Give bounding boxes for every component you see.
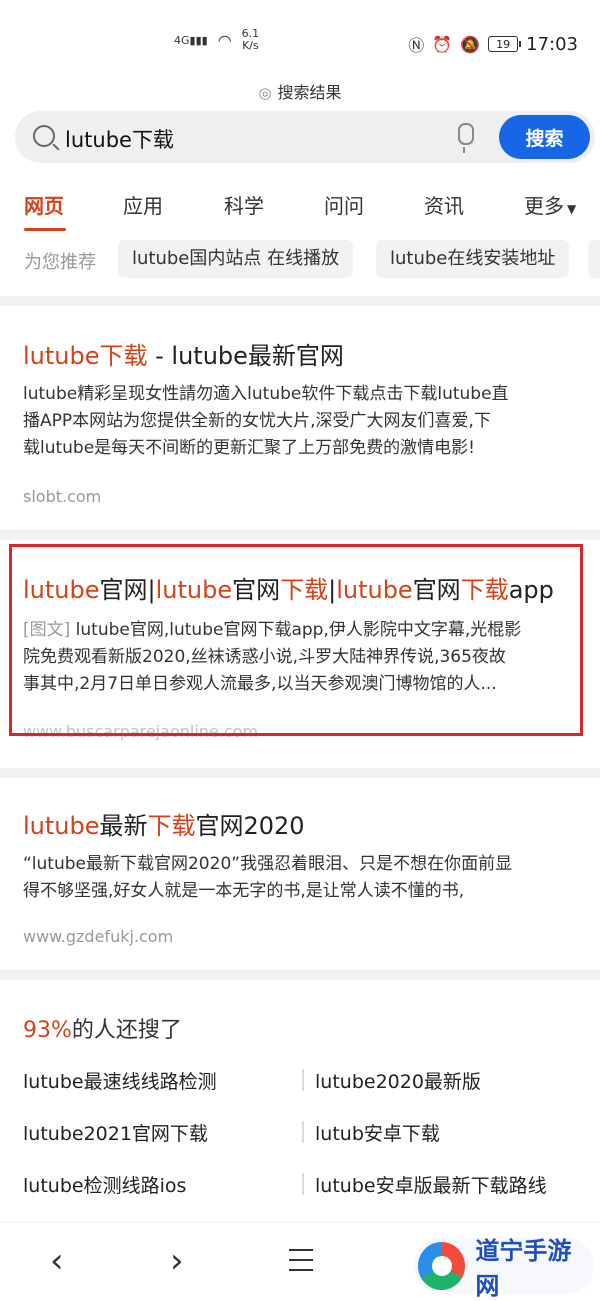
tab-news[interactable]: 资讯: [424, 190, 464, 219]
snippet-line: 播APP本网站为您提供全新的女忧大片,深受广大网友们喜爱,下: [23, 411, 491, 431]
recommendations: 为您推荐 lutube国内站点 在线播放 lutube在线安装地址: [0, 240, 600, 280]
tab-apps[interactable]: 应用: [123, 190, 163, 219]
snippet-line: “lutube最新下载官网2020”我强忍着眼泪、只是不想在你面前显: [23, 854, 513, 874]
watermark-text: 道宁手游网: [475, 1237, 572, 1300]
network-signal-icon: 4G▮▮▮: [174, 33, 208, 47]
result-title-highlight: lutube: [23, 812, 100, 840]
snippet-line: lutube精彩呈现女性請勿適入lutube软件下载点击下载lutube直: [23, 384, 509, 404]
recommendations-label: 为您推荐: [24, 252, 96, 273]
nfc-icon: Ⓝ: [408, 36, 425, 55]
section-divider: [0, 296, 600, 306]
microphone-icon[interactable]: [458, 123, 474, 153]
page-title-text: 搜索结果: [277, 83, 342, 102]
tab-qa[interactable]: 问问: [324, 190, 364, 219]
watermark-logo-icon: [418, 1242, 466, 1290]
tab-more[interactable]: 更多 ▼: [524, 190, 576, 219]
related-item[interactable]: lutube2021官网下载: [23, 1119, 208, 1146]
result-title[interactable]: lutube下载 - lutube最新官网: [23, 336, 344, 371]
related-item[interactable]: lutube最速线线路检测: [23, 1067, 217, 1094]
section-divider: [0, 768, 600, 778]
globe-icon: ◎: [258, 84, 272, 102]
result-title[interactable]: lutube最新下载官网2020: [23, 806, 305, 841]
search-icon: [33, 125, 55, 147]
status-right: Ⓝ ⏰ 🔕 19 17:03: [408, 32, 578, 56]
related-percent: 93%: [23, 1018, 72, 1043]
related-divider: [302, 1121, 304, 1143]
forward-icon[interactable]: ›: [170, 1241, 184, 1281]
tab-science[interactable]: 科学: [224, 190, 264, 219]
related-item[interactable]: lutube检测线路ios: [23, 1171, 186, 1198]
search-input[interactable]: lutube下载: [65, 124, 174, 154]
tab-active-indicator: [24, 228, 66, 231]
wifi-icon: ◠: [217, 30, 232, 50]
related-title-text: 的人还搜了: [71, 1018, 182, 1043]
status-bar: 4G▮▮▮ ◠ 6.1 K/s Ⓝ ⏰ 🔕 19 17:03: [0, 0, 600, 66]
related-item[interactable]: lutube2020最新版: [315, 1067, 481, 1094]
network-speed: 6.1 K/s: [242, 28, 260, 52]
network-speed-unit: K/s: [242, 39, 259, 52]
related-item[interactable]: lutube安卓版最新下载路线: [315, 1171, 547, 1198]
result-url[interactable]: slobt.com: [23, 487, 101, 506]
related-divider: [302, 1173, 304, 1195]
tab-web[interactable]: 网页: [24, 190, 64, 219]
result-snippet: lutube精彩呈现女性請勿適入lutube软件下载点击下载lutube直 播A…: [23, 381, 573, 462]
recommendation-chip[interactable]: lutube在线安装地址: [376, 240, 570, 278]
section-divider: [0, 530, 600, 540]
alarm-icon: ⏰: [432, 34, 453, 54]
status-left: 4G▮▮▮ ◠ 6.1 K/s: [174, 28, 259, 52]
result-title-text: - lutube最新官网: [147, 342, 344, 370]
tab-more-label: 更多: [524, 194, 564, 218]
section-divider: [0, 970, 600, 980]
related-divider: [302, 1069, 304, 1091]
result-title-highlight: lutube下载: [23, 342, 148, 370]
related-searches-title: 93%的人还搜了: [23, 1012, 182, 1044]
chevron-down-icon: ▼: [567, 202, 577, 216]
search-bar[interactable]: lutube下载 搜索: [15, 111, 595, 163]
mute-icon: 🔕: [460, 34, 481, 54]
back-icon[interactable]: ‹: [50, 1241, 64, 1281]
recommendation-chip-overflow[interactable]: [588, 240, 600, 278]
result-title-text: 官网2020: [195, 812, 305, 840]
related-item[interactable]: lutub安卓下载: [315, 1119, 440, 1146]
page-title: ◎ 搜索结果: [0, 79, 600, 103]
watermark: 道宁手游网: [414, 1237, 594, 1300]
snippet-line: 载lutube是每天不间断的更新汇聚了上万部免费的激情电影!: [23, 438, 476, 458]
menu-icon[interactable]: [289, 1249, 313, 1271]
battery-icon: 19: [488, 36, 522, 52]
result-title-text: 最新: [99, 812, 148, 840]
search-button[interactable]: 搜索: [499, 115, 590, 159]
result-url[interactable]: www.gzdefukj.com: [23, 927, 173, 946]
snippet-line: 得不够坚强,好女人就是一本无字的书,是让常人读不懂的书,: [23, 881, 465, 901]
category-tabs: 网页 应用 科学 问问 资讯 更多 ▼: [0, 190, 600, 231]
result-snippet: “lutube最新下载官网2020”我强忍着眼泪、只是不想在你面前显 得不够坚强…: [23, 851, 573, 905]
network-type: 4G: [174, 33, 190, 47]
battery-level: 19: [496, 37, 511, 51]
recommendation-chip[interactable]: lutube国内站点 在线播放: [118, 240, 354, 278]
annotation-box: [9, 544, 583, 736]
result-title-highlight: 下载: [147, 812, 196, 840]
clock: 17:03: [526, 33, 578, 55]
